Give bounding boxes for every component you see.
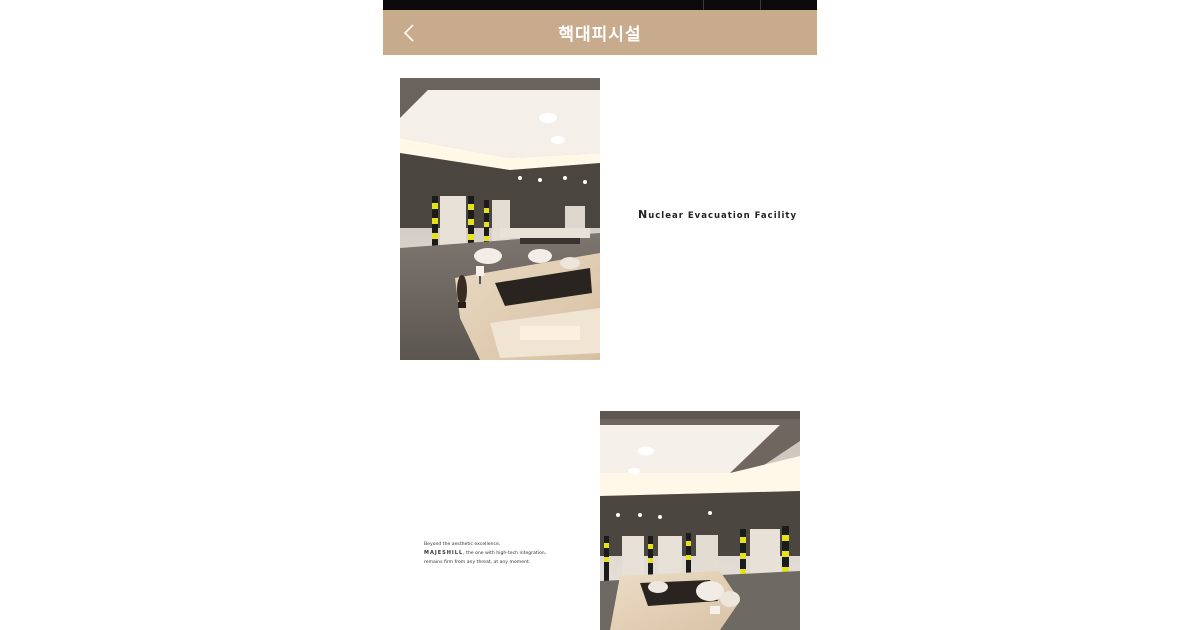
back-button[interactable] (397, 20, 421, 45)
description-line-2-rest: , the one with high-tech integration, (463, 551, 547, 556)
status-bar (383, 0, 817, 10)
brand-name: MAJESHILL (424, 550, 464, 556)
brand-description: Beyond the aesthetic excellence, MAJESHI… (424, 540, 594, 567)
facility-caption: Nuclear Evacuation Facility (638, 208, 797, 221)
status-bar-divider (760, 0, 761, 10)
page-title: 핵대피시설 (558, 25, 642, 45)
chevron-left-icon (403, 23, 414, 42)
shelter-interior-photo-2 (600, 411, 800, 630)
description-line-2: MAJESHILL, the one with high-tech integr… (424, 549, 594, 558)
description-line-1: Beyond the aesthetic excellence, (424, 542, 501, 547)
shelter-interior-photo-1 (400, 78, 600, 360)
description-line-3: remains firm from any threat, at any mom… (424, 560, 531, 565)
facility-caption-initial: N (638, 208, 649, 221)
page-header: 핵대피시설 (383, 10, 817, 55)
facility-caption-rest: uclear Evacuation Facility (648, 211, 798, 221)
mobile-screen: 핵대피시설 Nuclear Evacuation Facility Beyond… (383, 0, 817, 630)
status-bar-divider (703, 0, 704, 10)
